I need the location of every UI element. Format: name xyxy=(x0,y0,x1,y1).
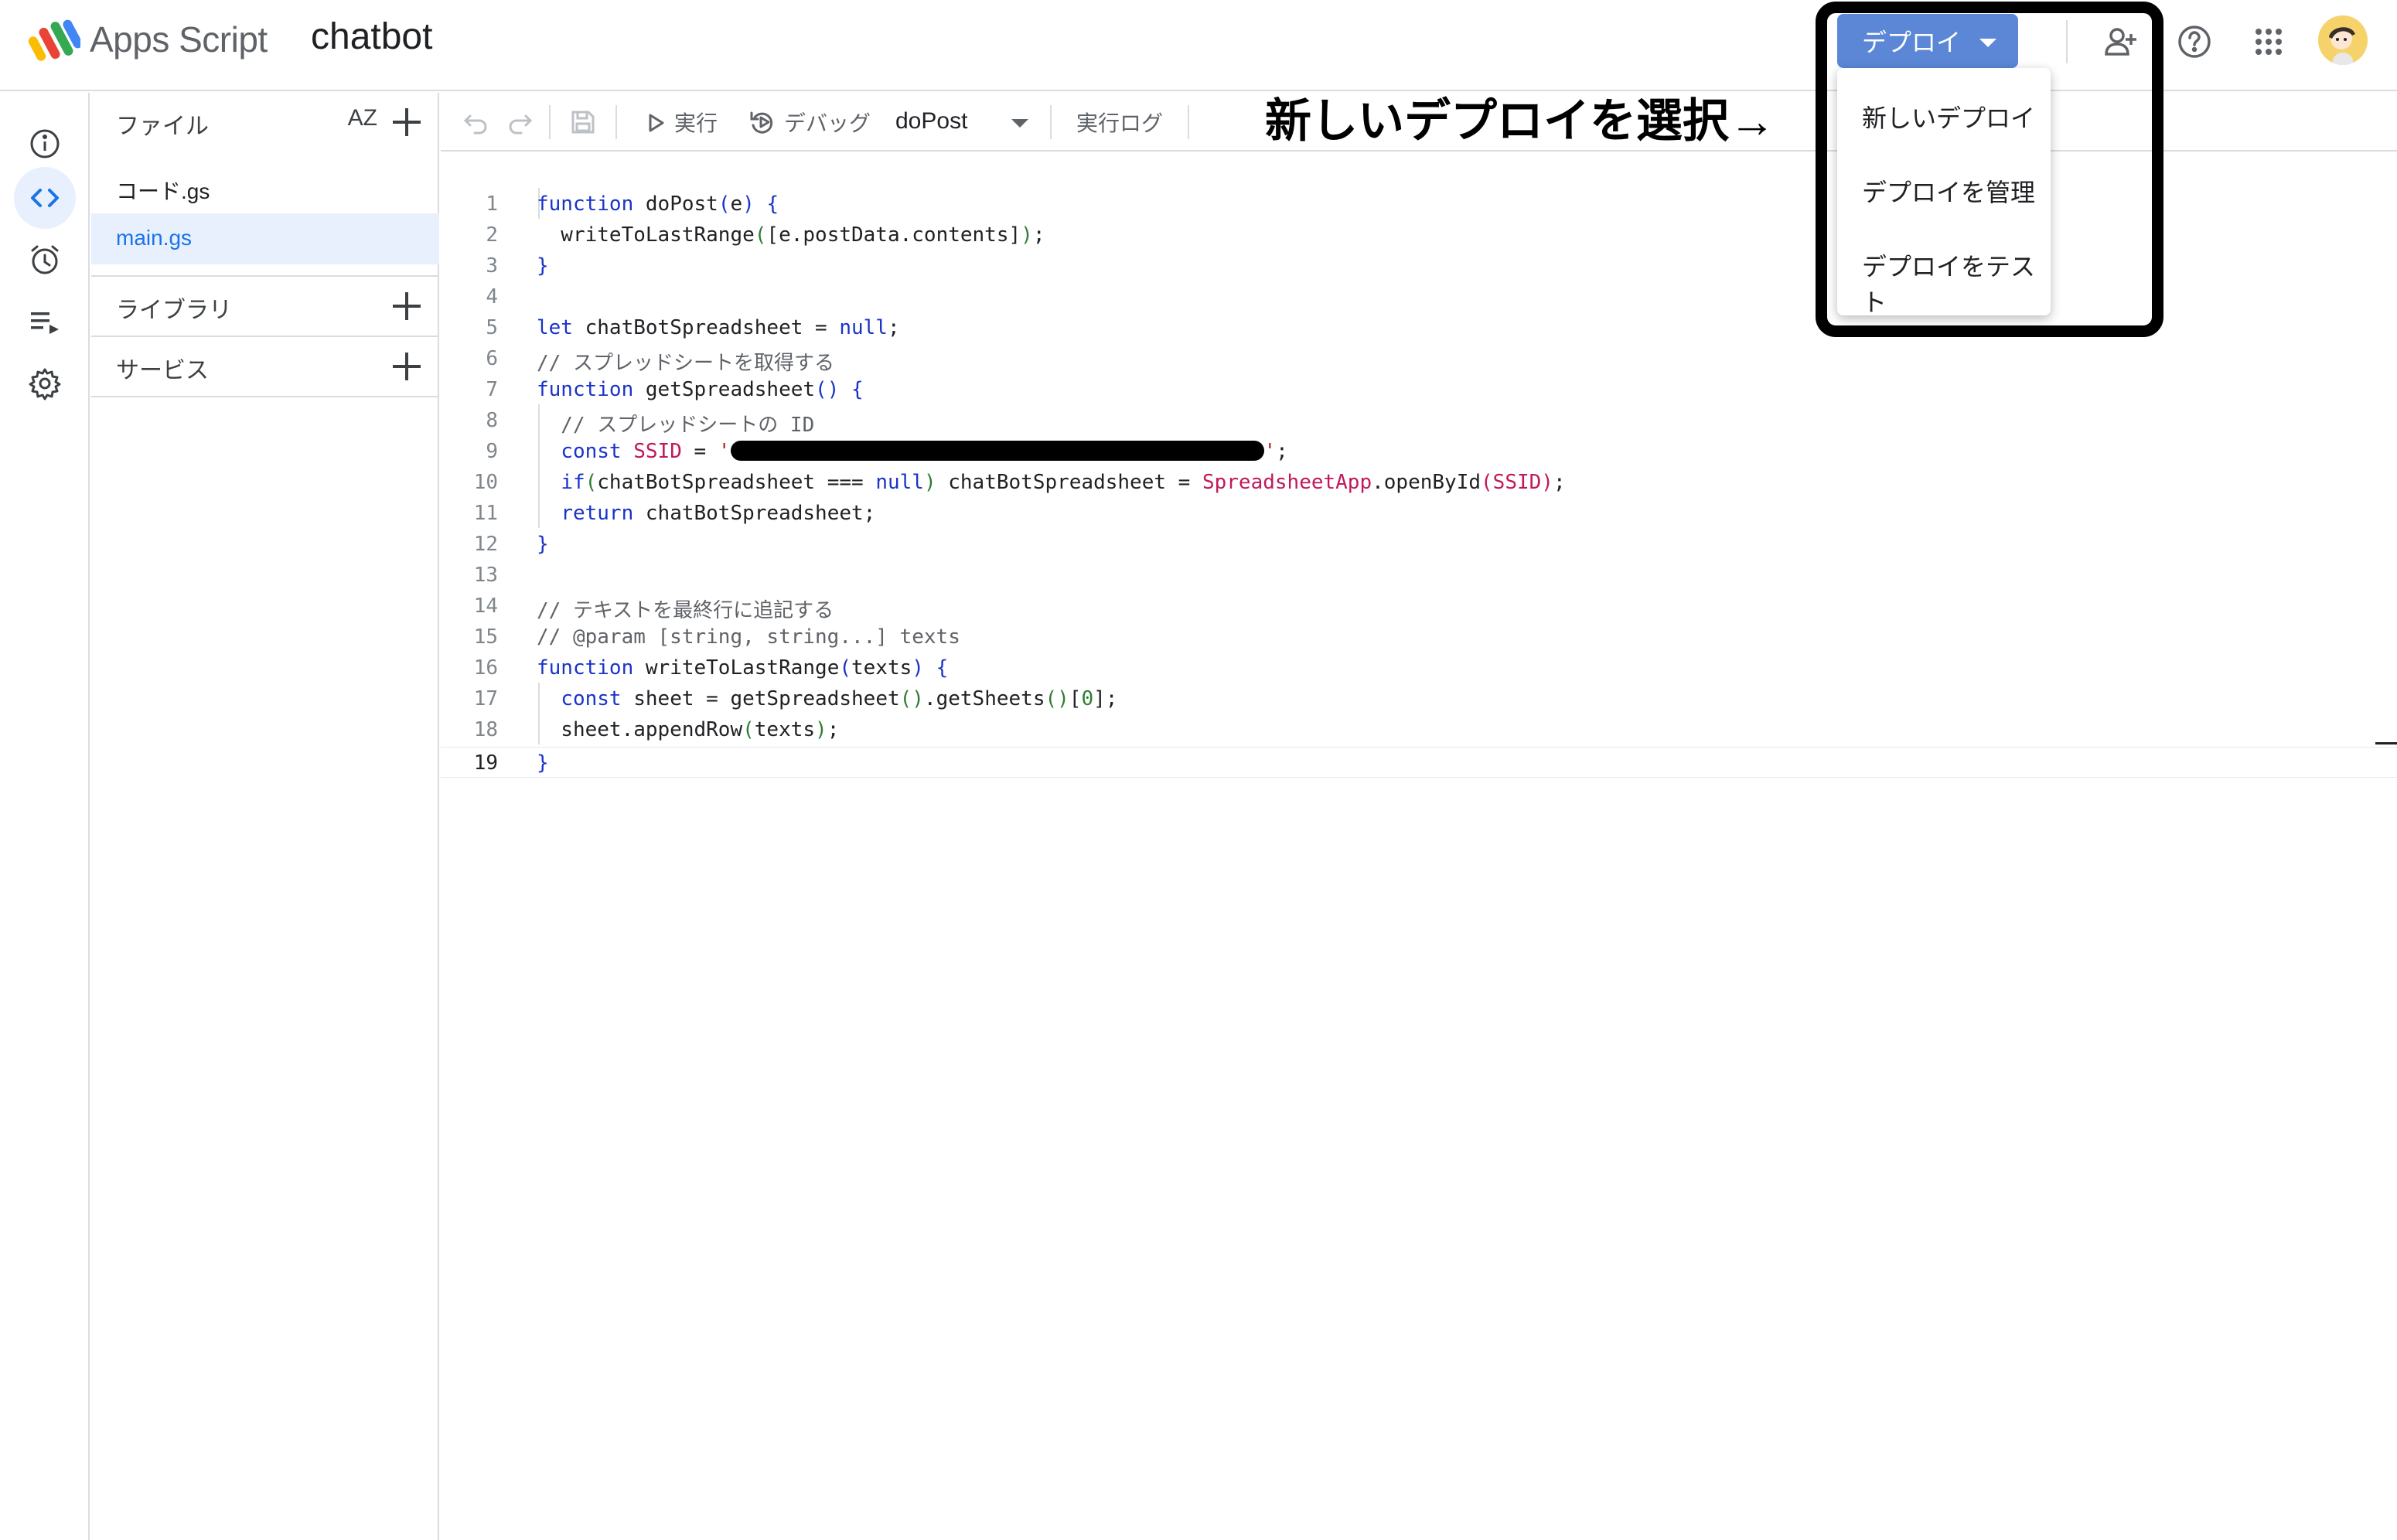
code-text: // スプレッドシートの ID xyxy=(537,414,815,437)
line-number: 12 xyxy=(473,533,498,556)
code-text: } xyxy=(537,533,549,556)
code-line: 12 } xyxy=(441,528,2397,559)
add-library-button[interactable] xyxy=(391,291,422,322)
annotation-highlight-box xyxy=(1816,2,2163,337)
services-section-header: サービス xyxy=(91,337,439,396)
files-section-header: ファイル AZ xyxy=(91,93,439,152)
code-line: 18 sheet.appendRow(texts); xyxy=(441,714,2397,744)
line-number: 16 xyxy=(473,656,498,680)
apps-grid-icon[interactable] xyxy=(2247,20,2290,63)
clock-icon[interactable] xyxy=(20,235,70,284)
code-text: function getSpreadsheet() { xyxy=(537,378,864,401)
files-panel: ファイル AZ コード.gs main.gs ライブラリ サービス xyxy=(91,93,439,1540)
code-line: 17 const sheet = getSpreadsheet().getShe… xyxy=(441,683,2397,714)
line-number: 5 xyxy=(486,316,498,339)
line-number: 15 xyxy=(473,625,498,649)
code-line: 8 // スプレッドシートの ID xyxy=(441,404,2397,437)
code-text: } xyxy=(537,254,549,278)
scrollbar-marker[interactable] xyxy=(2375,742,2397,744)
debug-label: デバッグ xyxy=(784,111,871,135)
libraries-title: ライブラリ xyxy=(116,298,232,323)
toolbar-divider xyxy=(1188,105,1189,139)
line-number: 14 xyxy=(473,595,498,618)
line-number: 4 xyxy=(486,285,498,308)
line-number: 1 xyxy=(486,192,498,216)
left-rail xyxy=(0,93,90,1540)
file-name: main.gs xyxy=(116,226,193,250)
code-text: function writeToLastRange(texts) { xyxy=(537,656,949,680)
app-name[interactable]: Apps Script xyxy=(90,19,268,60)
toolbar-divider xyxy=(549,105,551,139)
line-number: 11 xyxy=(473,502,498,525)
code-text: const SSID = ' '; xyxy=(561,440,1288,463)
line-number: 8 xyxy=(486,409,498,432)
code-text: // テキストを最終行に追記する xyxy=(537,599,834,622)
info-icon[interactable] xyxy=(20,119,70,169)
code-text: function doPost(e) { xyxy=(537,192,779,216)
line-number: 2 xyxy=(486,223,498,247)
file-item[interactable]: コード.gs xyxy=(91,162,439,213)
code-text: sheet.appendRow(texts); xyxy=(537,718,840,741)
line-number: 19 xyxy=(473,751,498,775)
apps-script-logo-icon xyxy=(28,19,80,61)
code-line: 9 const SSID = ' '; xyxy=(441,435,2397,466)
code-line: 10 if(chatBotSpreadsheet === null) chatB… xyxy=(441,466,2397,497)
save-icon[interactable] xyxy=(569,108,597,136)
line-number: 3 xyxy=(486,254,498,278)
add-file-button[interactable] xyxy=(391,107,422,138)
line-number: 10 xyxy=(473,471,498,494)
line-number: 7 xyxy=(486,378,498,401)
code-text: } xyxy=(537,751,549,775)
caret-down-icon xyxy=(1011,119,1028,128)
code-line: 15 // @param [string, string...] texts xyxy=(441,621,2397,652)
code-line: 11 return chatBotSpreadsheet; xyxy=(441,497,2397,528)
code-text: // スプレッドシートを取得する xyxy=(537,352,834,375)
code-line: 16 function writeToLastRange(texts) { xyxy=(441,652,2397,683)
avatar[interactable] xyxy=(2318,15,2368,65)
help-icon[interactable] xyxy=(2173,20,2216,63)
code-text: writeToLastRange([e.postData.contents]); xyxy=(537,223,1045,247)
divider xyxy=(91,396,439,397)
code-editor[interactable]: 1 function doPost(e) { 2 writeToLastRang… xyxy=(441,153,2397,1540)
code-line: 14 // テキストを最終行に追記する xyxy=(441,590,2397,622)
code-line: 6 // スプレッドシートを取得する xyxy=(441,342,2397,375)
debug-icon xyxy=(750,111,773,134)
code-line-current: 19 } xyxy=(441,747,2397,778)
run-label: 実行 xyxy=(674,111,718,135)
code-icon[interactable] xyxy=(14,167,76,229)
file-name: コード.gs xyxy=(116,179,210,203)
code-text: if(chatBotSpreadsheet === null) chatBotS… xyxy=(561,471,1566,494)
line-number: 6 xyxy=(486,347,498,370)
line-number: 18 xyxy=(473,718,498,741)
play-icon xyxy=(649,114,664,132)
toolbar-divider xyxy=(1050,105,1052,139)
code-text: // @param [string, string...] texts xyxy=(537,625,960,649)
code-line: 13 xyxy=(441,559,2397,590)
redo-icon[interactable] xyxy=(506,108,534,136)
redacted-value xyxy=(730,440,1264,461)
project-name[interactable]: chatbot xyxy=(311,15,432,58)
settings-icon[interactable] xyxy=(20,359,70,408)
libraries-section-header: ライブラリ xyxy=(91,277,439,336)
services-title: サービス xyxy=(116,358,209,383)
code-text: let chatBotSpreadsheet = null; xyxy=(537,316,900,339)
sort-files-button[interactable]: AZ xyxy=(348,105,377,131)
files-section-title: ファイル xyxy=(116,114,209,139)
line-number: 13 xyxy=(473,564,498,587)
code-text: return chatBotSpreadsheet; xyxy=(561,502,876,525)
annotation-text: 新しいデプロイを選択→ xyxy=(1265,95,1775,147)
executions-icon[interactable] xyxy=(20,297,70,346)
function-name: doPost xyxy=(895,108,968,134)
line-number: 17 xyxy=(473,687,498,710)
code-line: 7 function getSpreadsheet() { xyxy=(441,373,2397,404)
add-service-button[interactable] xyxy=(391,351,422,382)
toolbar-divider xyxy=(615,105,617,139)
line-number: 9 xyxy=(486,440,498,463)
file-item-selected[interactable]: main.gs xyxy=(91,213,439,264)
execution-log-button[interactable]: 実行ログ xyxy=(1076,107,1163,138)
undo-icon[interactable] xyxy=(462,108,490,136)
code-text: const sheet = getSpreadsheet().getSheets… xyxy=(561,687,1118,710)
